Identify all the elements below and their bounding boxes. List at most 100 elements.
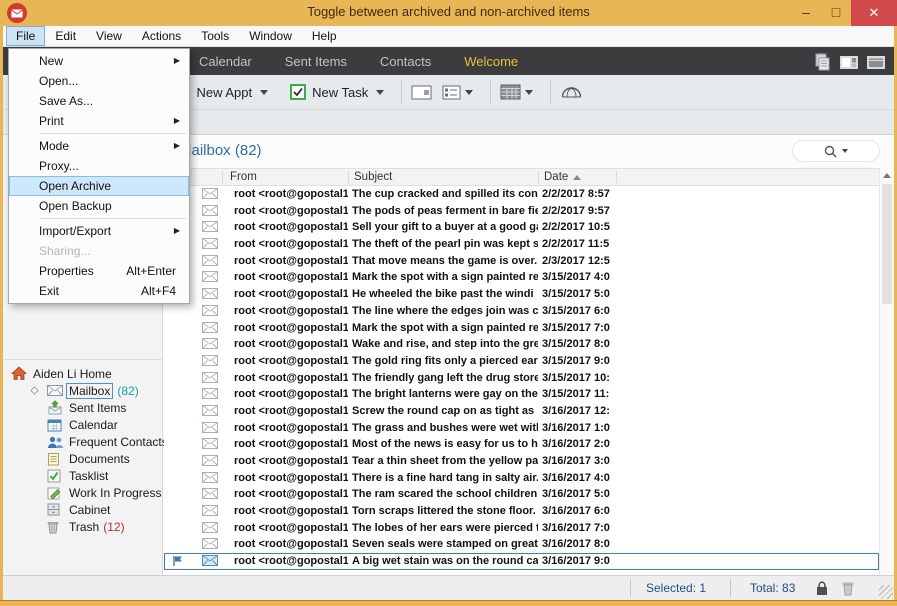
column-header-from[interactable]: From <box>230 171 257 183</box>
new-task-button[interactable]: New Task <box>286 81 372 103</box>
from-cell: root <root@gopostal16 <box>234 370 348 387</box>
message-row[interactable]: root <root@gopostal16Tear a thin sheet f… <box>164 453 879 470</box>
window-title: Toggle between archived and non-archived… <box>0 4 897 19</box>
message-row[interactable]: root <root@gopostal16The grass and bushe… <box>164 420 879 437</box>
file-menu-sharing[interactable]: Sharing... <box>9 241 189 261</box>
table-view-dropdown-arrow[interactable] <box>525 90 533 95</box>
file-menu-proxy[interactable]: Proxy... <box>9 156 189 176</box>
tab-sent-items[interactable]: Sent Items <box>285 54 347 69</box>
minimize-button[interactable]: – <box>791 0 821 26</box>
message-row[interactable]: root <root@gopostal16The bright lanterns… <box>164 386 879 403</box>
message-row[interactable]: root <root@gopostal16There is a fine har… <box>164 470 879 487</box>
maximize-button[interactable]: □ <box>821 0 851 26</box>
from-cell: root <root@gopostal16 <box>234 336 348 353</box>
column-header-date[interactable]: Date <box>544 171 581 183</box>
panel-view-icon[interactable] <box>411 85 432 100</box>
subject-cell: Wake and rise, and step into the gre <box>352 336 538 353</box>
tab-welcome[interactable]: Welcome <box>464 54 518 69</box>
resize-grip[interactable] <box>879 585 893 599</box>
from-cell: root <root@gopostal16 <box>234 453 348 470</box>
menu-separator <box>39 133 186 134</box>
message-row[interactable]: root <root@gopostal16The ram scared the … <box>164 486 879 503</box>
message-row[interactable]: root <root@gopostal16Mark the spot with … <box>164 269 879 286</box>
new-task-dropdown-arrow[interactable] <box>376 90 384 95</box>
message-row[interactable]: root <root@gopostal16Most of the news is… <box>164 436 879 453</box>
file-menu-save-as[interactable]: Save As... <box>9 91 189 111</box>
new-appt-dropdown-arrow[interactable] <box>260 90 268 95</box>
card-view-dropdown-arrow[interactable] <box>465 90 473 95</box>
close-button[interactable]: ✕ <box>851 0 897 26</box>
from-cell: root <root@gopostal16 <box>234 236 348 253</box>
file-menu-exit[interactable]: ExitAlt+F4 <box>9 281 189 301</box>
message-row[interactable]: root <root@gopostal16The line where the … <box>164 303 879 320</box>
table-view-icon[interactable] <box>500 84 521 100</box>
frequent-contacts-icon <box>47 435 65 449</box>
message-row[interactable]: root <root@gopostal16Mark the spot with … <box>164 320 879 337</box>
sidebar-item-cabinet[interactable]: Cabinet <box>3 501 162 518</box>
sidebar-item-work-in-progress[interactable]: Work In Progress <box>3 484 162 501</box>
message-row[interactable]: root <root@gopostal16The pods of peas fe… <box>164 203 879 220</box>
column-header-subject[interactable]: Subject <box>354 171 392 183</box>
date-cell: 3/16/2017 6:0 <box>542 503 616 520</box>
sidebar-item-label: Documents <box>69 452 130 466</box>
menu-file[interactable]: File <box>7 27 44 45</box>
sidebar-item-tasklist[interactable]: Tasklist <box>3 467 162 484</box>
from-cell: root <root@gopostal16 <box>234 486 348 503</box>
date-cell: 3/16/2017 8:0 <box>542 536 616 553</box>
date-cell: 2/2/2017 11:5 <box>542 236 616 253</box>
scroll-thumb[interactable] <box>882 184 892 304</box>
file-menu-open-backup[interactable]: Open Backup <box>9 196 189 216</box>
menu-window[interactable]: Window <box>240 27 301 45</box>
message-row[interactable]: root <root@gopostal16Seven seals were st… <box>164 536 879 553</box>
menu-actions[interactable]: Actions <box>133 27 190 45</box>
message-row[interactable]: root <root@gopostal16He wheeled the bike… <box>164 286 879 303</box>
sidebar-item-mailbox[interactable]: Mailbox(82) <box>3 382 162 399</box>
sidebar-item-calendar[interactable]: Calendar <box>3 416 162 433</box>
tab-contacts[interactable]: Contacts <box>380 54 431 69</box>
message-row[interactable]: root <root@gopostal16The friendly gang l… <box>164 370 879 387</box>
search-box[interactable] <box>792 140 880 162</box>
message-row[interactable]: root <root@gopostal16That move means the… <box>164 253 879 270</box>
file-menu-print[interactable]: Print▶ <box>9 111 189 131</box>
card-view-icon[interactable] <box>442 85 461 100</box>
message-row[interactable]: root <root@gopostal16Sell your gift to a… <box>164 219 879 236</box>
message-row[interactable]: root <root@gopostal16Screw the round cap… <box>164 403 879 420</box>
vertical-scrollbar[interactable] <box>879 168 894 575</box>
split-view-icon[interactable] <box>839 55 859 70</box>
date-cell: 3/15/2017 6:0 <box>542 303 616 320</box>
file-menu-properties[interactable]: PropertiesAlt+Enter <box>9 261 189 281</box>
message-row[interactable]: root <root@gopostal16Torn scraps littere… <box>164 503 879 520</box>
menu-tools[interactable]: Tools <box>192 27 238 45</box>
dome-icon[interactable] <box>560 84 583 100</box>
message-row[interactable]: root <root@gopostal16The lobes of her ea… <box>164 520 879 537</box>
menu-edit[interactable]: Edit <box>46 27 85 45</box>
message-row[interactable]: root <root@gopostal16The gold ring fits … <box>164 353 879 370</box>
message-row[interactable]: root <root@gopostal16Wake and rise, and … <box>164 336 879 353</box>
file-menu-open-archive[interactable]: Open Archive <box>9 176 189 196</box>
sidebar-root-home[interactable]: Aiden Li Home <box>3 365 162 382</box>
sidebar-item-frequent-contacts[interactable]: Frequent Contacts <box>3 433 162 450</box>
print-preview-icon[interactable] <box>813 53 832 71</box>
menu-view[interactable]: View <box>87 27 131 45</box>
trash-icon[interactable] <box>841 580 855 599</box>
message-row[interactable]: root <root@gopostal16A big wet stain was… <box>164 553 879 570</box>
message-row[interactable]: root <root@gopostal16The cup cracked and… <box>164 186 879 203</box>
tab-calendar[interactable]: Calendar <box>199 54 252 69</box>
message-row[interactable]: root <root@gopostal16The theft of the pe… <box>164 236 879 253</box>
file-menu-new[interactable]: New▶ <box>9 51 189 71</box>
subject-cell: The bright lanterns were gay on the <box>352 386 538 403</box>
file-menu-import-export[interactable]: Import/Export▶ <box>9 221 189 241</box>
status-bar: Selected: 1 Total: 83 <box>3 575 894 600</box>
scroll-up-arrow[interactable] <box>880 168 894 183</box>
file-menu-mode[interactable]: Mode▶ <box>9 136 189 156</box>
menu-help[interactable]: Help <box>303 27 346 45</box>
lock-icon[interactable] <box>815 580 829 599</box>
file-menu-open[interactable]: Open... <box>9 71 189 91</box>
column-view-icon[interactable] <box>866 55 886 70</box>
sidebar-item-sent-items[interactable]: Sent Items <box>3 399 162 416</box>
sidebar-item-documents[interactable]: Documents <box>3 450 162 467</box>
home-icon <box>11 366 29 381</box>
sidebar-item-trash[interactable]: Trash(12) <box>3 518 162 535</box>
subject-cell: He wheeled the bike past the windi <box>352 286 538 303</box>
search-dropdown-arrow[interactable] <box>842 149 848 153</box>
